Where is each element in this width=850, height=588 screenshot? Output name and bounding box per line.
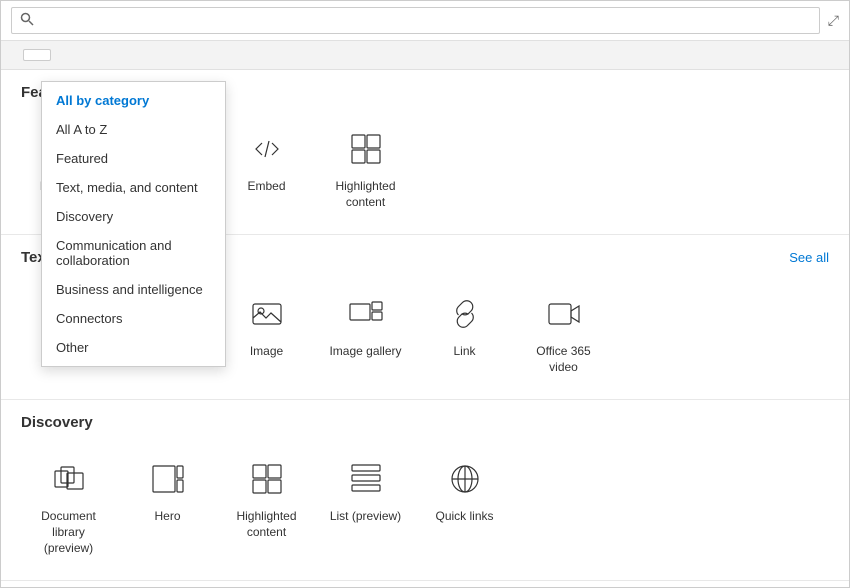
webpart-label-highlighted-content2: Highlighted content [225, 509, 308, 540]
dropdown-item-discovery[interactable]: Discovery [42, 202, 225, 231]
webpart-highlighted-content2[interactable]: Highlighted content [219, 447, 314, 566]
webpart-embed[interactable]: Embed [219, 117, 314, 220]
webpart-label-list-preview: List (preview) [330, 509, 401, 525]
webpart-hero[interactable]: Hero [120, 447, 215, 566]
category-dropdown-menu: All by categoryAll A to ZFeaturedText, m… [41, 81, 226, 367]
dropdown-item-all-by-category[interactable]: All by category [42, 86, 225, 115]
embed-icon [245, 127, 289, 171]
dropdown-item-text-media-content[interactable]: Text, media, and content [42, 173, 225, 202]
dropdown-item-all-a-to-z[interactable]: All A to Z [42, 115, 225, 144]
webpart-image[interactable]: Image [219, 282, 314, 385]
office365-video-icon [542, 292, 586, 336]
image-icon [245, 292, 289, 336]
highlighted-content-icon [344, 127, 388, 171]
webpart-label-link2: Link [453, 344, 475, 360]
hero-icon [146, 457, 190, 501]
dropdown-item-featured[interactable]: Featured [42, 144, 225, 173]
highlighted-content-icon [245, 457, 289, 501]
dropdown-item-connectors[interactable]: Connectors [42, 304, 225, 333]
webpart-list-preview[interactable]: List (preview) [318, 447, 413, 566]
webpart-label-document-library: Document library (preview) [27, 509, 110, 556]
webparts-grid-discovery: Document library (preview) Hero Highlighte… [21, 447, 829, 566]
section-header-discovery: Discovery [21, 414, 829, 431]
webpart-link2[interactable]: Link [417, 282, 512, 385]
list-icon [344, 457, 388, 501]
dropdown-item-communication-collaboration[interactable]: Communication and collaboration [42, 231, 225, 275]
webpart-label-highlighted-content: Highlighted content [324, 179, 407, 210]
webpart-office365-video[interactable]: Office 365 video [516, 282, 611, 385]
section-title-discovery: Discovery [21, 414, 93, 431]
dropdown-item-business-intelligence[interactable]: Business and intelligence [42, 275, 225, 304]
expand-icon[interactable]: ⤢ [828, 12, 839, 29]
webpart-label-office365-video: Office 365 video [522, 344, 605, 375]
see-all-text-media[interactable]: See all [789, 250, 829, 265]
webpart-label-hero: Hero [154, 509, 180, 525]
webpart-label-image: Image [250, 344, 283, 360]
section-communication-collaboration: Communication and collaboration1EventsGr… [1, 581, 849, 587]
category-bar [1, 41, 849, 70]
main-panel: ⤢ All by categoryAll A to ZFeaturedText,… [0, 0, 850, 588]
search-box[interactable] [11, 7, 820, 34]
webpart-image-gallery[interactable]: Image gallery [318, 282, 413, 385]
webpart-label-image-gallery: Image gallery [329, 344, 401, 360]
webpart-quick-links[interactable]: Quick links [417, 447, 512, 566]
webpart-highlighted-content[interactable]: Highlighted content [318, 117, 413, 220]
header: ⤢ [1, 1, 849, 41]
search-input[interactable] [40, 13, 811, 28]
dropdown-item-other[interactable]: Other [42, 333, 225, 362]
quick-links-icon [443, 457, 487, 501]
webpart-label-quick-links: Quick links [435, 509, 493, 525]
section-discovery: Discovery Document library (preview) Hero H… [1, 400, 849, 581]
link-icon [443, 292, 487, 336]
document-library-icon [47, 457, 91, 501]
image-gallery-icon [344, 292, 388, 336]
webpart-document-library[interactable]: Document library (preview) [21, 447, 116, 566]
webpart-label-embed: Embed [247, 179, 285, 195]
search-icon [20, 12, 34, 29]
category-dropdown[interactable] [23, 49, 51, 61]
